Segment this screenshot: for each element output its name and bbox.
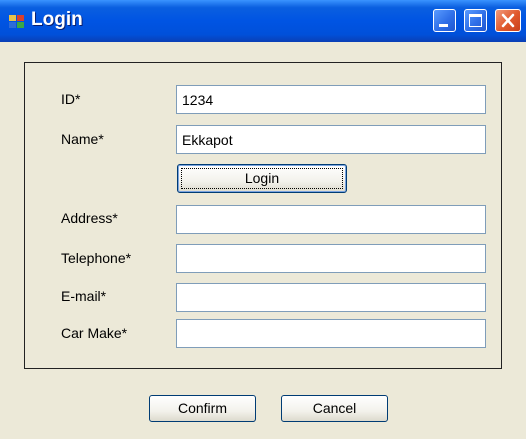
telephone-label: Telephone* — [61, 250, 132, 266]
minimize-button[interactable] — [433, 9, 456, 32]
window-title: Login — [31, 9, 83, 30]
id-label: ID* — [61, 91, 81, 107]
address-field[interactable] — [176, 205, 486, 234]
maximize-icon — [469, 14, 482, 27]
name-label: Name* — [61, 131, 104, 147]
maximize-button[interactable] — [464, 9, 487, 32]
id-field[interactable]: 1234 — [176, 85, 486, 114]
car-make-label: Car Make* — [61, 325, 128, 341]
cancel-button[interactable]: Cancel — [281, 395, 388, 422]
login-window: Login ID* 1234 Name* Ekkapot Login Addre… — [0, 0, 526, 439]
focus-rect — [181, 168, 343, 189]
close-button[interactable] — [495, 9, 521, 32]
email-field[interactable] — [176, 283, 486, 312]
confirm-button[interactable]: Confirm — [149, 395, 256, 422]
name-field[interactable]: Ekkapot — [176, 125, 486, 154]
car-make-field[interactable] — [176, 319, 486, 348]
telephone-field[interactable] — [176, 244, 486, 273]
title-bar[interactable]: Login — [0, 0, 526, 42]
minimize-icon — [439, 24, 448, 27]
login-button[interactable]: Login — [177, 164, 347, 193]
address-label: Address* — [61, 210, 118, 226]
close-icon — [501, 13, 515, 28]
app-icon — [9, 15, 24, 29]
email-label: E-mail* — [61, 288, 107, 304]
